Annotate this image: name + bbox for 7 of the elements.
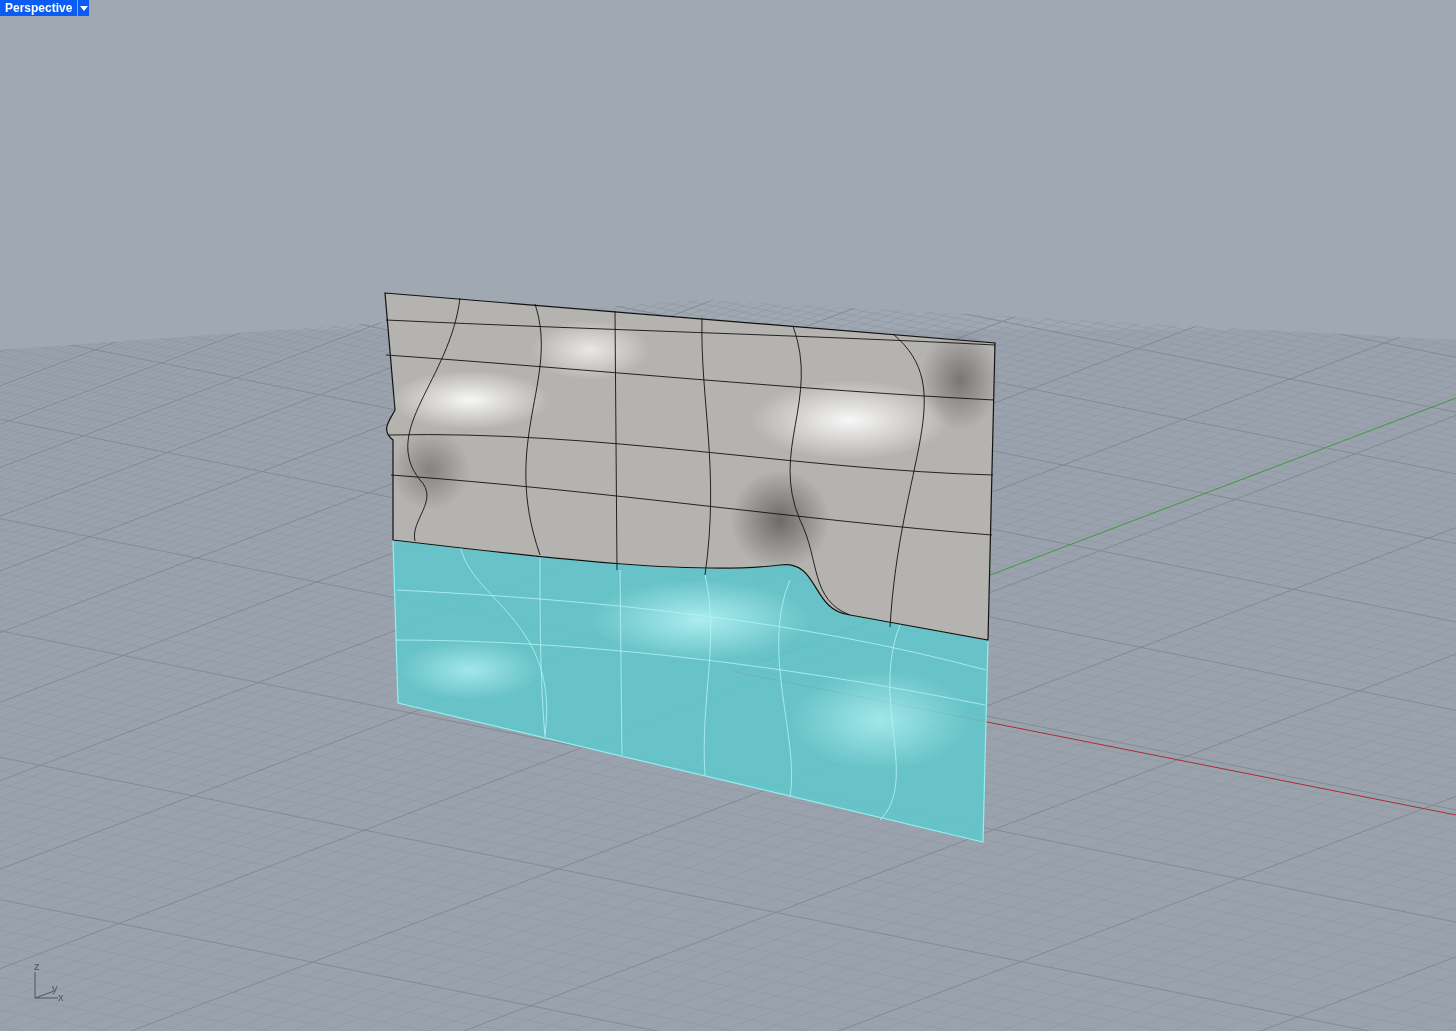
axis-icon — [34, 971, 59, 999]
caret-icon — [79, 5, 88, 11]
dropdown-button[interactable] — [77, 0, 90, 16]
viewport-tab[interactable]: Perspective — [0, 0, 78, 16]
axis-label: x — [58, 991, 64, 1003]
axis-label: z — [34, 960, 40, 972]
axis-label: y — [52, 982, 58, 994]
